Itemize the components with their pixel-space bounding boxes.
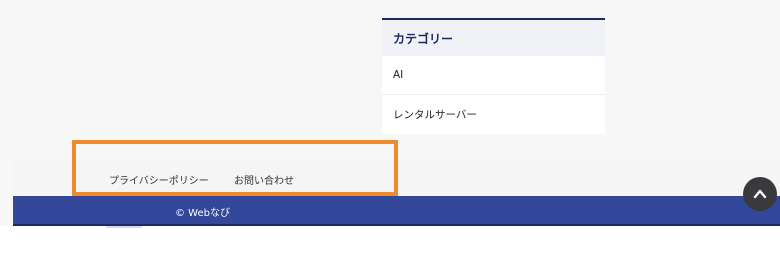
copyright-bar: © Webなび xyxy=(13,196,780,226)
back-to-top-button[interactable] xyxy=(743,177,777,211)
footer-link-contact[interactable]: お問い合わせ xyxy=(234,172,294,187)
copyright-text: © Webなび xyxy=(175,208,230,219)
bottom-divider xyxy=(106,226,142,228)
category-item-ai[interactable]: AI xyxy=(382,56,605,95)
page: カテゴリー AI レンタルサーバー プライバシーポリシー お問い合わせ © We… xyxy=(0,0,780,264)
category-widget: カテゴリー AI レンタルサーバー xyxy=(382,18,605,134)
category-widget-title: カテゴリー xyxy=(382,18,605,56)
chevron-up-icon xyxy=(752,186,768,202)
bottom-area xyxy=(0,226,780,264)
footer-nav: プライバシーポリシー お問い合わせ xyxy=(13,160,780,196)
footer-link-privacy-policy[interactable]: プライバシーポリシー xyxy=(109,172,209,187)
category-item-rental-server[interactable]: レンタルサーバー xyxy=(382,95,605,134)
